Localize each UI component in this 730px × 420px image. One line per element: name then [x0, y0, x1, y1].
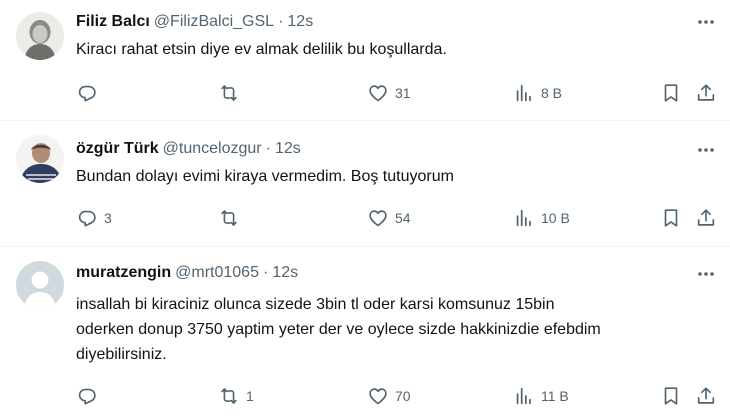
separator-dot: · — [265, 140, 271, 157]
like-button[interactable]: 54 — [367, 206, 411, 230]
reply-button[interactable]: 3 — [76, 206, 112, 230]
like-count: 31 — [395, 85, 411, 101]
like-count: 54 — [395, 210, 411, 226]
views-icon — [516, 209, 531, 227]
tweet-header: özgür Türk @tuncelozgur · 12s — [76, 138, 301, 160]
user-handle[interactable]: @FilizBalci_GSL — [154, 13, 274, 31]
reply-button[interactable] — [76, 81, 104, 105]
more-icon — [698, 148, 714, 152]
tweet-text: Kiracı rahat etsin diye ev almak delilik… — [76, 41, 447, 58]
view-count: 8 B — [541, 85, 563, 101]
tweet-text: Bundan dolayı evimi kiraya vermedim. Boş… — [76, 168, 454, 185]
avatar[interactable] — [16, 261, 64, 309]
user-handle[interactable]: @mrt01065 — [175, 264, 259, 282]
reply-icon — [78, 85, 96, 102]
share-icon — [697, 209, 715, 226]
view-count: 10 B — [541, 210, 570, 226]
tweet-header: Filiz Balcı @FilizBalci_GSL · 12s — [76, 11, 313, 33]
reply-count: 3 — [104, 210, 112, 226]
share-button[interactable] — [695, 384, 717, 408]
reply-button[interactable] — [76, 384, 104, 408]
more-button[interactable] — [696, 140, 716, 160]
separator-dot: · — [262, 264, 269, 281]
more-button[interactable] — [696, 12, 716, 32]
avatar-photo — [16, 12, 64, 60]
separator-dot: · — [278, 13, 284, 30]
timestamp[interactable]: 12s — [287, 13, 313, 31]
like-count: 70 — [395, 388, 411, 404]
bookmark-button[interactable] — [660, 81, 682, 105]
tweet-actions: 3 54 10 B — [0, 206, 730, 230]
avatar[interactable] — [16, 12, 64, 60]
share-icon — [697, 84, 715, 101]
display-name[interactable]: özgür Türk — [76, 140, 159, 158]
share-button[interactable] — [695, 81, 717, 105]
view-count: 11 B — [541, 388, 569, 404]
bookmark-icon — [664, 84, 678, 102]
avatar[interactable] — [16, 135, 64, 183]
display-name[interactable]: Filiz Balcı — [76, 13, 150, 31]
more-icon — [698, 272, 714, 276]
avatar-photo — [16, 135, 64, 183]
bookmark-button[interactable] — [660, 206, 682, 230]
default-avatar-icon — [16, 261, 64, 309]
retweet-button[interactable]: 1 — [218, 384, 254, 408]
like-button[interactable]: 31 — [367, 81, 411, 105]
more-icon — [698, 20, 714, 24]
views-button[interactable]: 10 B — [513, 206, 570, 230]
tweet-actions: 1 70 11 B — [0, 384, 730, 408]
like-button[interactable]: 70 — [367, 384, 411, 408]
share-icon — [697, 387, 715, 404]
bookmark-icon — [664, 387, 678, 405]
retweet-icon — [221, 85, 237, 101]
user-handle[interactable]: @tuncelozgur — [163, 140, 262, 158]
more-button[interactable] — [696, 264, 716, 284]
views-button[interactable]: 8 B — [513, 81, 562, 105]
reply-icon — [78, 388, 96, 405]
tweet-text: insallah bi kiraciniz olunca sizede 3bin… — [76, 296, 601, 363]
retweet-icon — [221, 388, 237, 404]
bookmark-button[interactable] — [660, 384, 682, 408]
retweet-count: 1 — [246, 388, 254, 404]
share-button[interactable] — [695, 206, 717, 230]
views-icon — [516, 387, 531, 405]
reply-icon — [78, 210, 96, 227]
retweet-button[interactable] — [218, 81, 246, 105]
tweet-actions: 31 8 B — [0, 81, 730, 105]
timestamp[interactable]: 12s — [275, 140, 301, 158]
bookmark-icon — [664, 209, 678, 227]
tweet-header: muratzengin @mrt01065 · 12s — [76, 262, 298, 284]
heart-icon — [369, 388, 387, 405]
heart-icon — [369, 85, 387, 102]
heart-icon — [369, 210, 387, 227]
timestamp[interactable]: 12s — [272, 264, 298, 282]
views-button[interactable]: 11 B — [513, 384, 569, 408]
retweet-icon — [221, 210, 237, 226]
views-icon — [516, 84, 531, 102]
display-name[interactable]: muratzengin — [76, 264, 171, 282]
retweet-button[interactable] — [218, 206, 246, 230]
